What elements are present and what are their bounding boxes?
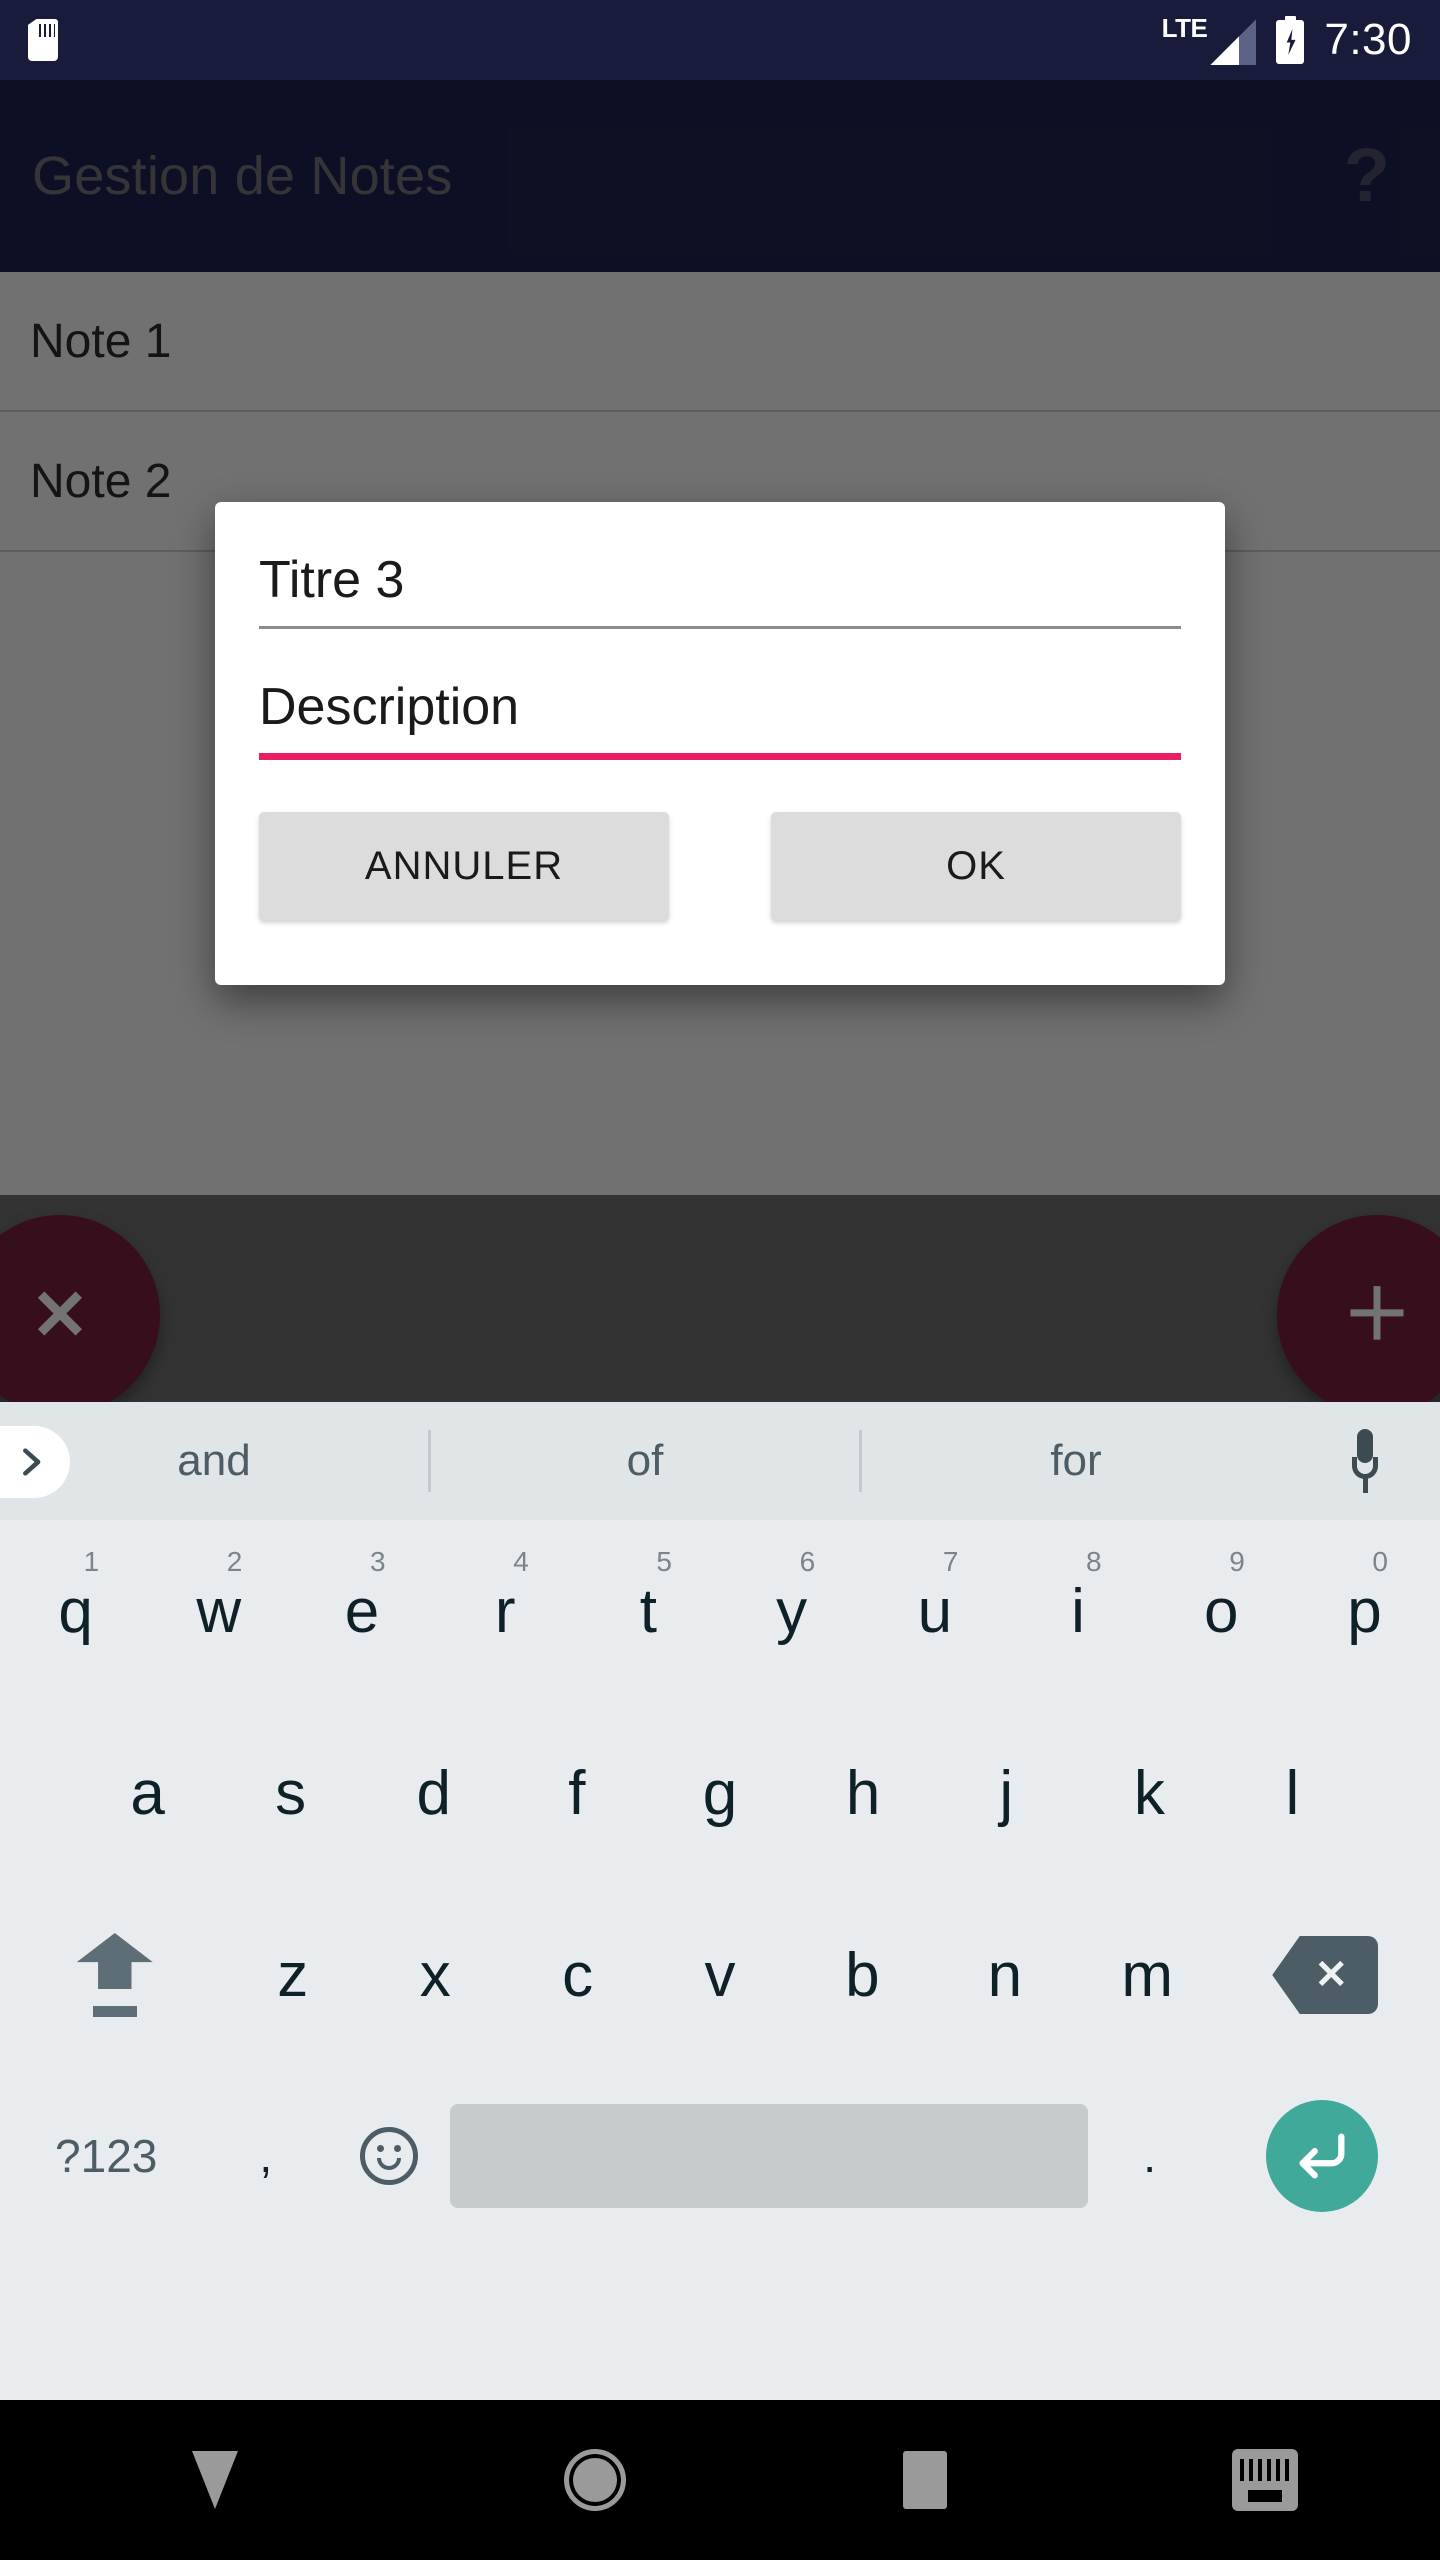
- key-letter: r: [494, 1576, 516, 1646]
- key-j[interactable]: j: [935, 1702, 1078, 1884]
- key-d[interactable]: d: [362, 1702, 505, 1884]
- key-letter: t: [639, 1576, 658, 1646]
- status-bar: LTE 7:30: [0, 0, 1440, 80]
- key-e[interactable]: 3e: [290, 1520, 433, 1702]
- key-k[interactable]: k: [1078, 1702, 1221, 1884]
- key-letter: q: [58, 1576, 93, 1646]
- key-u[interactable]: 7u: [863, 1520, 1006, 1702]
- key-number: 8: [1086, 1546, 1102, 1577]
- phone-screen: LTE 7:30 Gestion de Notes ? Note 1 Note …: [0, 0, 1440, 2560]
- key-number: 2: [226, 1546, 243, 1577]
- key-x[interactable]: x: [364, 1884, 506, 2066]
- key-number: 3: [370, 1546, 386, 1577]
- backspace-icon[interactable]: ✕: [1218, 1936, 1432, 2014]
- key-m[interactable]: m: [1076, 1884, 1218, 2066]
- dialog-actions: ANNULER OK: [215, 772, 1225, 960]
- microphone-icon[interactable]: [1290, 1429, 1440, 1493]
- back-triangle-icon[interactable]: [0, 2451, 430, 2509]
- shift-icon[interactable]: [8, 1933, 222, 2017]
- keyboard-switcher-icon[interactable]: [1090, 2449, 1440, 2511]
- key-c[interactable]: c: [506, 1884, 648, 2066]
- sd-card-icon: [28, 19, 58, 61]
- suggestion-item[interactable]: of: [431, 1436, 859, 1486]
- status-bar-left: [28, 19, 58, 61]
- dialog-body: [215, 502, 1225, 760]
- keyboard-row-2: a s d f g h j k l: [0, 1702, 1440, 1884]
- emoji-icon[interactable]: [327, 2066, 450, 2246]
- key-letter: y: [776, 1576, 808, 1646]
- key-h[interactable]: h: [792, 1702, 935, 1884]
- key-v[interactable]: v: [649, 1884, 791, 2066]
- key-number: 6: [799, 1546, 816, 1577]
- key-number: 0: [1372, 1546, 1388, 1577]
- key-o[interactable]: 9o: [1150, 1520, 1293, 1702]
- key-number: 4: [513, 1546, 529, 1577]
- key-q[interactable]: 1q: [4, 1520, 147, 1702]
- key-t[interactable]: 5t: [577, 1520, 720, 1702]
- on-screen-keyboard: and of for 1q 2w 3e 4r 5t 6y 7u 8i 9o 0p…: [0, 1402, 1440, 2400]
- keyboard-row-4: ?123 , .: [0, 2066, 1440, 2246]
- space-key[interactable]: [449, 2104, 1089, 2208]
- key-letter: p: [1347, 1576, 1382, 1646]
- key-y[interactable]: 6y: [720, 1520, 863, 1702]
- keyboard-row-3: z x c v b n m ✕: [0, 1884, 1440, 2066]
- battery-charging-icon: [1276, 16, 1305, 64]
- key-number: 9: [1229, 1546, 1245, 1577]
- description-underline: [259, 753, 1181, 760]
- recents-square-icon[interactable]: [760, 2451, 1090, 2509]
- suggestion-item[interactable]: for: [862, 1436, 1290, 1486]
- description-input[interactable]: [259, 671, 1181, 753]
- navigation-bar: [0, 2400, 1440, 2560]
- comma-key[interactable]: ,: [204, 2066, 327, 2246]
- key-letter: w: [196, 1576, 242, 1646]
- keyboard-row-1: 1q 2w 3e 4r 5t 6y 7u 8i 9o 0p: [0, 1520, 1440, 1702]
- suggestion-bar: and of for: [0, 1402, 1440, 1520]
- key-letter: u: [917, 1576, 953, 1646]
- key-w[interactable]: 2w: [147, 1520, 290, 1702]
- enter-icon[interactable]: [1211, 2100, 1432, 2212]
- key-g[interactable]: g: [648, 1702, 791, 1884]
- home-circle-icon[interactable]: [430, 2449, 760, 2511]
- key-z[interactable]: z: [222, 1884, 364, 2066]
- add-note-dialog: ANNULER OK: [215, 502, 1225, 985]
- title-underline: [259, 626, 1181, 629]
- status-bar-clock: 7:30: [1324, 15, 1412, 64]
- key-i[interactable]: 8i: [1006, 1520, 1149, 1702]
- ok-button[interactable]: OK: [771, 812, 1181, 920]
- key-number: 5: [656, 1546, 672, 1577]
- close-icon: ✕: [30, 1276, 90, 1354]
- key-f[interactable]: f: [505, 1702, 648, 1884]
- key-r[interactable]: 4r: [434, 1520, 577, 1702]
- key-b[interactable]: b: [791, 1884, 933, 2066]
- key-letter: o: [1203, 1576, 1239, 1646]
- symbols-key[interactable]: ?123: [8, 2066, 204, 2246]
- key-letter: i: [1071, 1576, 1085, 1646]
- status-bar-right: LTE 7:30: [1162, 15, 1412, 65]
- title-input[interactable]: [259, 544, 1181, 626]
- key-p[interactable]: 0p: [1293, 1520, 1436, 1702]
- key-number: 7: [942, 1546, 959, 1577]
- network-type-label: LTE: [1161, 13, 1208, 43]
- cancel-button[interactable]: ANNULER: [259, 812, 669, 920]
- key-n[interactable]: n: [934, 1884, 1076, 2066]
- plus-icon: ＋: [1342, 1276, 1412, 1354]
- description-field-group: [259, 671, 1181, 760]
- key-l[interactable]: l: [1221, 1702, 1364, 1884]
- title-field-group: [259, 544, 1181, 629]
- key-a[interactable]: a: [76, 1702, 219, 1884]
- period-key[interactable]: .: [1088, 2066, 1211, 2246]
- key-letter: e: [344, 1576, 380, 1646]
- signal-bars-icon: LTE: [1162, 15, 1257, 65]
- key-number: 1: [83, 1546, 100, 1577]
- key-s[interactable]: s: [219, 1702, 362, 1884]
- chevron-right-icon[interactable]: [0, 1426, 70, 1498]
